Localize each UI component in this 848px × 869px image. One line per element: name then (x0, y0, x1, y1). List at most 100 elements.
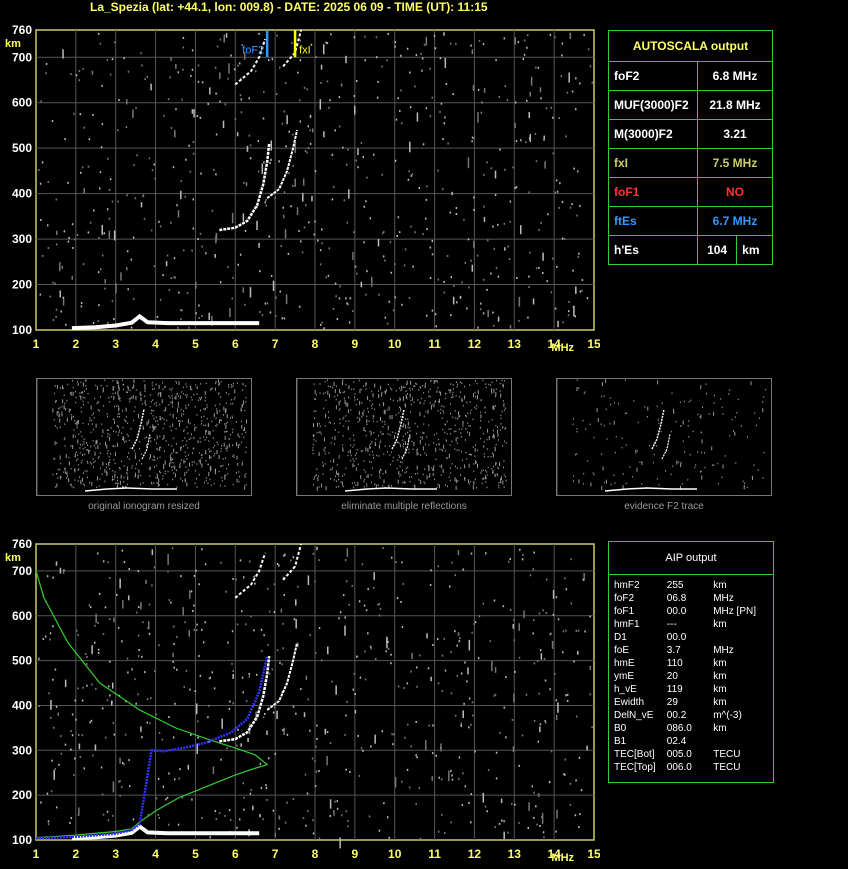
noise-dot (131, 668, 133, 671)
thumb-dot (117, 434, 119, 436)
noise-dot (378, 602, 381, 605)
noise-dot (576, 214, 578, 217)
noise-dot (377, 239, 380, 247)
thumb-dot (644, 406, 646, 408)
thumb-dot (499, 382, 501, 385)
aip-label: h_vE (614, 684, 637, 695)
noise-dot (470, 259, 472, 262)
noise-dot (299, 39, 301, 42)
marker-label: foF2 (242, 44, 264, 56)
noise-dot (74, 757, 76, 760)
noise-dot (254, 582, 256, 585)
thumb-dot (343, 473, 345, 476)
noise-dot (357, 148, 359, 155)
noise-dot (487, 769, 490, 772)
aip-label: TEC[Bot] (614, 749, 655, 760)
thumb-dot (220, 465, 222, 467)
thumb-dot (323, 407, 325, 410)
noise-dot (432, 724, 434, 727)
x-tick-label: 8 (312, 337, 319, 351)
autoscala-value: 6.8 MHz (697, 61, 773, 91)
thumb-dot (379, 477, 381, 479)
noise-dot (295, 712, 297, 715)
thumb-dot (475, 460, 477, 465)
thumb-dot (106, 444, 108, 449)
noise-dot (189, 170, 192, 173)
noise-dot (291, 41, 293, 44)
aip-label: D1 (614, 632, 627, 643)
thumb-dot (362, 385, 364, 387)
thumb-dot (459, 381, 461, 383)
thumb-dot (606, 438, 608, 440)
thumb-dot (480, 419, 482, 422)
noise-dot (262, 117, 265, 120)
thumb-dot (705, 392, 707, 395)
thumb-dot (82, 454, 84, 456)
noise-dot (232, 674, 234, 679)
x-tick-label: 6 (232, 847, 239, 861)
noise-dot (425, 198, 428, 201)
thumb-dot (367, 448, 369, 453)
noise-dot (106, 810, 109, 813)
noise-dot (512, 746, 515, 753)
thumb-dot (171, 458, 173, 460)
thumb-dot (401, 385, 403, 390)
thumb-dot (235, 421, 237, 423)
noise-dot (450, 651, 452, 654)
thumb-dot (182, 439, 184, 442)
thumb-dot (416, 383, 418, 385)
noise-dot (97, 552, 99, 555)
thumb-dot (91, 423, 93, 425)
y-tick-label: 400 (12, 187, 32, 201)
thumb-dot (204, 407, 206, 410)
noise-dot (268, 235, 270, 238)
thumb-dot (231, 386, 233, 388)
thumb-dot (114, 422, 116, 424)
aip-title: AIP output (609, 552, 773, 575)
thumb-dot (378, 444, 380, 449)
thumb-dot (203, 415, 205, 418)
thumb-dot (161, 417, 163, 419)
noise-dot (347, 825, 349, 828)
noise-dot (525, 141, 527, 144)
noise-dot (158, 816, 161, 819)
noise-dot (533, 719, 536, 722)
thumb-dot (217, 379, 219, 384)
noise-dot (454, 574, 456, 577)
thumb-dot (135, 467, 137, 470)
noise-dot (244, 303, 246, 306)
thumb-dot (377, 484, 379, 487)
ionogram-chart-bottom: 1 2 3 4 5 6 7 8 9 10 11 12 13 14 151002003004005006007… (5, 537, 600, 864)
noise-dot (505, 736, 507, 739)
noise-dot (70, 73, 72, 76)
thumb-dot (373, 420, 375, 423)
noise-dot (473, 208, 475, 211)
thumb-dot (148, 457, 150, 460)
noise-dot (357, 734, 359, 737)
thumb-dot (467, 422, 469, 424)
thumb-dot (409, 436, 411, 439)
noise-dot (314, 580, 316, 583)
thumb-dot (318, 431, 320, 434)
thumb-dot (217, 443, 219, 446)
noise-dot (489, 640, 492, 643)
noise-dot (533, 816, 535, 819)
thumb-dot (424, 384, 426, 389)
noise-dot (257, 170, 260, 173)
noise-dot (174, 702, 176, 705)
thumb-dot (157, 482, 159, 487)
thumb-dot (156, 457, 158, 460)
noise-dot (112, 814, 114, 817)
thumb-dot (107, 435, 109, 438)
thumb-dot (125, 440, 127, 443)
thumb-dot (54, 441, 56, 446)
noise-dot (231, 212, 234, 224)
thumb-dot (484, 406, 486, 408)
aip-row: TEC[Bot] 005.0 TECU (611, 748, 773, 761)
thumb-dot (496, 379, 498, 382)
thumb-dot (214, 444, 216, 447)
thumb-dot (128, 398, 130, 400)
thumb-dot (172, 437, 174, 440)
thumb-dot (330, 478, 332, 480)
noise-dot (434, 47, 437, 50)
